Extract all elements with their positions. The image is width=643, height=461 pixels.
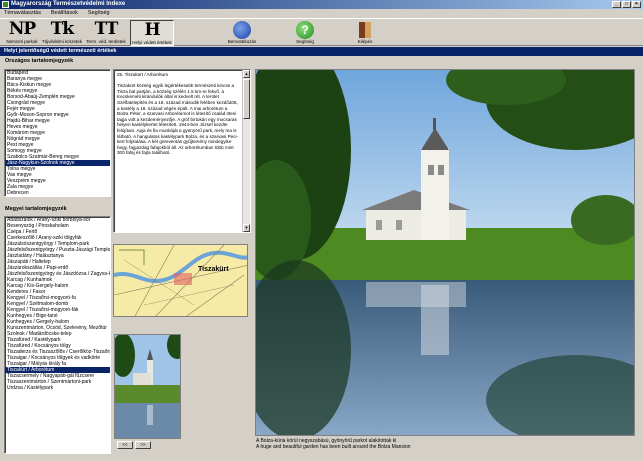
location-map: Tiszakürt [113, 244, 248, 317]
intro-label: Bemutatkozás [227, 39, 257, 44]
map-graphic: Tiszakürt [114, 245, 247, 316]
help-label: Segítség [296, 39, 314, 44]
description-scrollbar[interactable]: ▲ ▼ [242, 70, 250, 232]
intro-button[interactable]: Bemutatkozás [222, 20, 262, 46]
close-button[interactable]: × [632, 1, 641, 8]
app-icon [2, 1, 9, 8]
local-values-label: Helyi védett értékek [132, 40, 172, 45]
scroll-thumb[interactable] [243, 79, 250, 119]
protected-areas-glyph: TT [94, 19, 119, 39]
description-text: 25. Tiszakürt / Arborétum Tiszakürt közs… [113, 69, 251, 233]
protected-areas-button[interactable]: TT Term. véd. területek [84, 20, 128, 46]
thumbnail-graphic [115, 335, 180, 438]
window-title: Magyarország Természetvédelmi Indexe [11, 1, 126, 7]
menu-help[interactable]: Segítség [88, 9, 110, 18]
national-parks-button[interactable]: NP Nemzeti parkok [4, 20, 40, 46]
description-body: 25. Tiszakürt / Arborétum Tiszakürt közs… [117, 72, 239, 156]
intro-icon [233, 21, 251, 39]
scroll-up-icon[interactable]: ▲ [243, 70, 250, 78]
local-list-label: Megyei tartalomjegyzék [5, 206, 67, 212]
menu-topics[interactable]: Témaválasztás [4, 9, 41, 18]
local-list[interactable]: Abádszalók / Arany-sziki borbolya-sor Bes… [4, 216, 111, 454]
county-list-label: Országos tartalomjegyzék [5, 58, 74, 64]
landscape-areas-glyph: Tk [50, 19, 74, 39]
help-button[interactable]: ? Segítség [285, 20, 325, 46]
minimize-button[interactable]: _ [612, 1, 621, 8]
toolbar: NP Nemzeti parkok Tk Tájvédelmi körzetek… [0, 18, 643, 46]
exit-label: Kilépés [357, 39, 373, 44]
caption-english: A huge and beautiful garden has been bui… [256, 444, 411, 450]
protected-areas-label: Term. véd. területek [86, 39, 126, 44]
local-values-glyph: H [144, 20, 160, 40]
list-item[interactable]: Debrecen [5, 190, 110, 196]
list-item[interactable]: Úrdzsa / Kastélypark [5, 385, 110, 391]
maximize-button[interactable]: □ [622, 1, 631, 8]
menu-settings[interactable]: Beállítások [51, 9, 78, 18]
section-title: Helyi jelentőségű védett természeti érté… [0, 47, 643, 56]
county-list[interactable]: Budapest Baranya megye Bács-Kiskun megye Bé… [4, 69, 111, 197]
next-photo-button[interactable]: >> [135, 441, 151, 449]
exit-button[interactable]: Kilépés [345, 20, 385, 46]
national-parks-glyph: NP [8, 19, 36, 39]
prev-photo-button[interactable]: << [117, 441, 133, 449]
map-label: Tiszakürt [198, 266, 229, 273]
main-photo [255, 69, 635, 436]
national-parks-label: Nemzeti parkok [6, 39, 38, 44]
landscape-areas-button[interactable]: Tk Tájvédelmi körzetek [42, 20, 82, 46]
menu-bar: Témaválasztás Beállítások Segítség [0, 9, 643, 18]
title-bar: Magyarország Természetvédelmi Indexe _ □… [0, 0, 643, 9]
landscape-areas-label: Tájvédelmi körzetek [42, 39, 83, 44]
door-icon [359, 22, 371, 38]
local-values-button[interactable]: H Helyi védett értékek [130, 20, 174, 46]
photo-graphic [256, 70, 634, 435]
help-icon: ? [296, 21, 314, 39]
scroll-down-icon[interactable]: ▼ [243, 224, 250, 232]
photo-thumbnail[interactable] [114, 334, 181, 439]
